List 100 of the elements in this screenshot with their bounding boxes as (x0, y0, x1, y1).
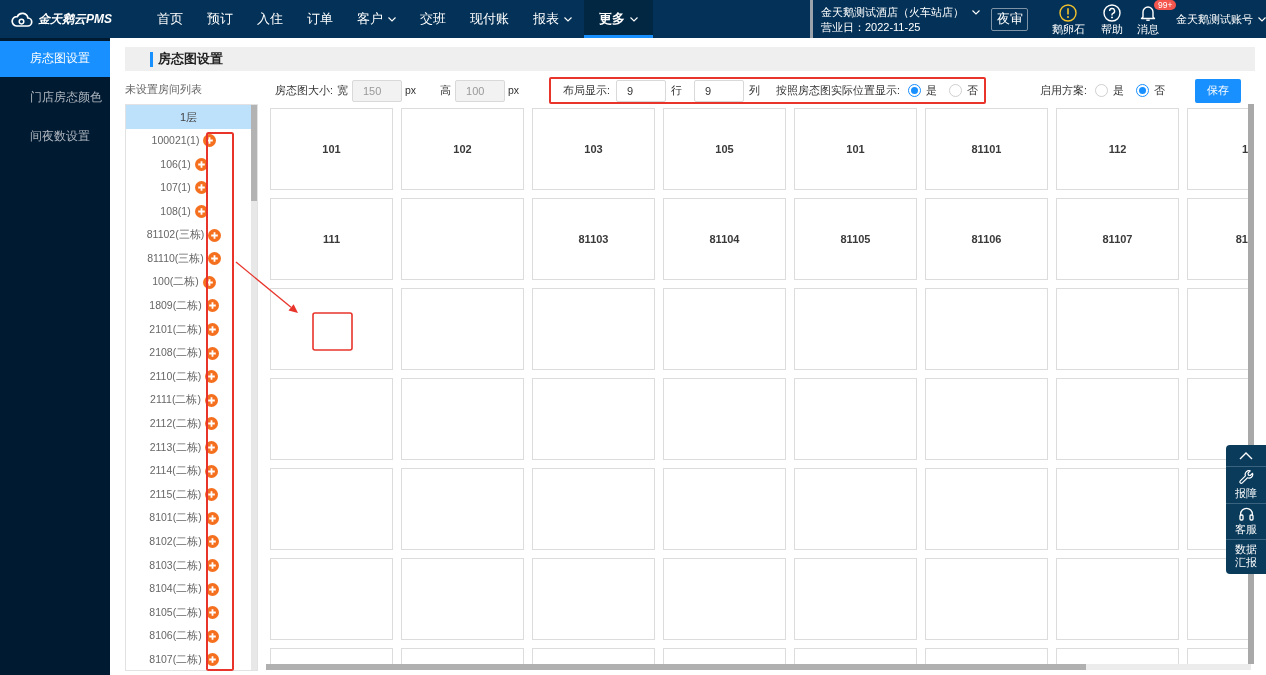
unit-label: 列 (749, 82, 761, 98)
add-icon[interactable] (205, 323, 219, 337)
room-name: 108(1) (160, 203, 191, 219)
room-tile[interactable]: 81107 (1056, 198, 1179, 280)
radio-button[interactable] (1135, 84, 1149, 97)
nav-tab[interactable]: 首页 (145, 0, 195, 38)
room-tile[interactable]: 105 (663, 108, 786, 190)
add-icon[interactable] (205, 559, 219, 572)
data-report-button[interactable]: 数据汇报 (1226, 539, 1266, 572)
field-label: 房态图大小: (275, 82, 333, 98)
room-tile[interactable]: 81105 (794, 198, 917, 280)
list-title: 未设置房间列表 (125, 82, 203, 97)
room-tile[interactable]: 81101 (925, 108, 1048, 190)
room-tile[interactable]: 111 (270, 198, 393, 280)
highlight-square (312, 312, 353, 351)
room-name: 8101(二栋) (149, 510, 202, 526)
chevron-up-icon (1239, 452, 1253, 460)
panel-title: 房态图设置 (158, 50, 223, 68)
add-icon[interactable] (204, 393, 218, 407)
add-icon[interactable] (205, 370, 219, 384)
room-name: 8106(二栋) (149, 628, 202, 644)
hotel-selector[interactable]: 金天鹅测试酒店（火车站店） (820, 4, 980, 20)
nav-tab[interactable]: 订单 (295, 0, 345, 38)
alert-button[interactable]: 鹅卵石 (1050, 0, 1086, 38)
nav-tab[interactable]: 入住 (245, 0, 295, 38)
nav-tab[interactable]: 现付账 (458, 0, 521, 38)
room-tile[interactable]: 81106 (925, 198, 1048, 280)
add-icon[interactable] (205, 488, 219, 502)
field-label: 启用方案: (1039, 82, 1087, 98)
scrollbar-thumb[interactable] (266, 664, 1086, 670)
add-icon[interactable] (202, 275, 216, 289)
bell-icon (1140, 4, 1156, 22)
room-tile[interactable]: 101 (270, 108, 393, 190)
sidebar-item[interactable]: 间夜数设置 (0, 119, 110, 155)
radio-label: 是 (925, 82, 937, 98)
room-tile[interactable]: 103 (532, 108, 655, 190)
scrollbar-thumb[interactable] (251, 105, 257, 201)
add-icon[interactable] (205, 346, 219, 360)
field-label: 布局显示: (563, 82, 611, 98)
unit-label: px (508, 82, 520, 98)
headset-icon (1238, 507, 1254, 521)
floor-header[interactable]: 1层 (126, 105, 251, 129)
layout-field[interactable]: 9 (694, 79, 745, 102)
add-icon[interactable] (203, 134, 217, 148)
room-name: 8102(二栋) (149, 534, 202, 549)
room-name: 81110(三栋) (147, 250, 204, 266)
logo-text: 金天鹅云PMS (38, 11, 112, 28)
add-icon[interactable] (205, 464, 219, 478)
night-audit-button[interactable]: 夜审 (991, 7, 1028, 31)
nav-tab[interactable]: 更多 (584, 0, 653, 38)
account-menu[interactable]: 金天鹅测试账号 (1176, 10, 1266, 28)
room-tile[interactable]: 112 (1056, 108, 1179, 190)
sidebar-item[interactable]: 门店房态颜色 (0, 80, 110, 116)
layout-field[interactable]: 9 (616, 79, 667, 102)
room-tile[interactable]: 102 (401, 108, 524, 190)
radio-button[interactable] (907, 84, 921, 97)
add-icon[interactable] (205, 653, 219, 667)
room-tile[interactable]: 101 (794, 108, 917, 190)
add-icon[interactable] (194, 181, 208, 195)
add-icon[interactable] (205, 417, 219, 431)
room-name: 8105(二栋) (149, 604, 202, 620)
add-icon[interactable] (205, 606, 219, 620)
room-name: 2108(二栋) (149, 345, 202, 361)
help-icon (1103, 4, 1121, 22)
add-icon[interactable] (205, 511, 219, 525)
add-icon[interactable] (205, 582, 219, 596)
field-label: 宽 (336, 82, 348, 98)
help-button[interactable]: 帮助 (1094, 0, 1130, 38)
room-name: 2111(二栋) (150, 392, 201, 408)
add-icon[interactable] (205, 629, 219, 643)
add-icon[interactable] (205, 299, 219, 313)
nav-tab[interactable]: 客户 (345, 0, 408, 38)
caret-icon (1258, 16, 1266, 22)
room-tile[interactable]: 81104 (663, 198, 786, 280)
radio-button[interactable] (948, 84, 962, 97)
service-button[interactable]: 客服 (1226, 503, 1266, 539)
room-name: 1809(二栋) (149, 298, 202, 314)
room-name: 107(1) (160, 180, 191, 196)
add-icon[interactable] (207, 252, 221, 266)
nav-tab[interactable]: 报表 (521, 0, 584, 38)
nav-tab[interactable]: 交班 (408, 0, 458, 38)
report-button[interactable]: 报障 (1226, 466, 1266, 503)
notification-badge: 99+ (1154, 0, 1177, 10)
unit-label: px (404, 82, 416, 98)
room-name: 2110(二栋) (149, 368, 202, 384)
room-name: 8104(二栋) (149, 581, 202, 597)
caret-icon (971, 9, 980, 15)
room-tile[interactable]: 81103 (532, 198, 655, 280)
exclamation-circle-icon (1059, 4, 1077, 22)
wrench-icon (1238, 470, 1254, 485)
add-icon[interactable] (194, 157, 208, 171)
add-icon[interactable] (205, 535, 219, 549)
nav-tab[interactable]: 预订 (195, 0, 245, 38)
room-name: 2113(二栋) (149, 439, 202, 455)
cloud-logo-icon (11, 11, 33, 27)
add-icon[interactable] (208, 228, 222, 242)
add-icon[interactable] (205, 441, 219, 454)
radio-button[interactable] (1094, 84, 1108, 97)
add-icon[interactable] (194, 205, 208, 219)
radio-label: 否 (966, 82, 978, 98)
